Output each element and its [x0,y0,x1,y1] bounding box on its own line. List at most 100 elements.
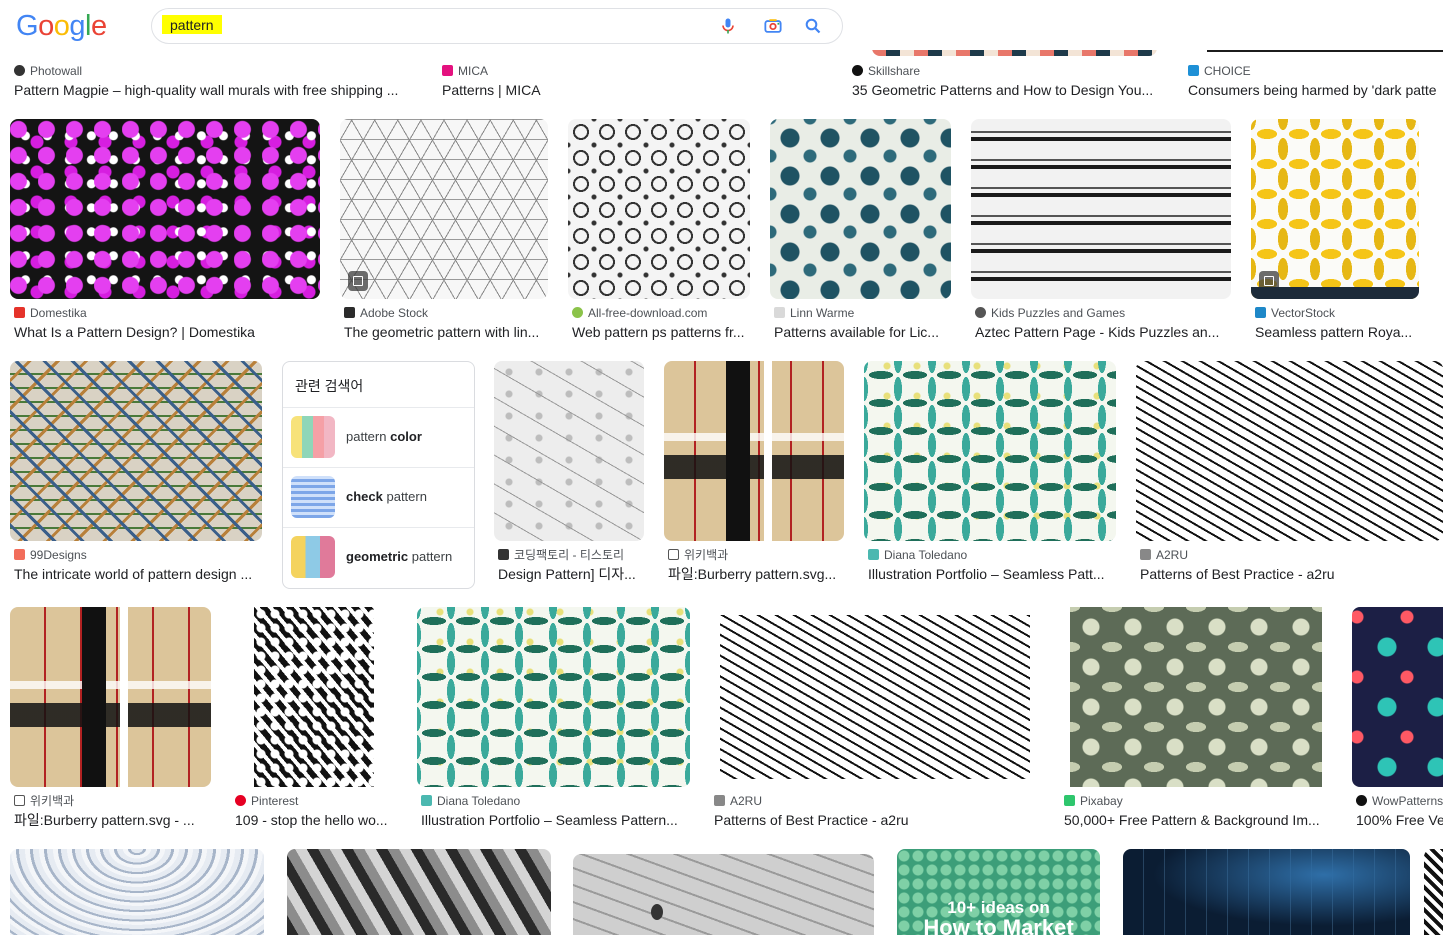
site-icon [1356,795,1367,806]
logo-letter: g [69,10,85,42]
image-tile[interactable] [1424,849,1443,935]
search-icon[interactable] [804,17,822,35]
source-label: MICA [442,63,742,79]
image-tile[interactable] [770,119,951,299]
image-tile[interactable] [10,849,264,935]
related-search-item[interactable]: geometric pattern [283,527,474,587]
result-title[interactable]: Patterns of Best Practice - a2ru [1140,565,1440,583]
image-tile[interactable] [10,607,211,787]
image-tile[interactable] [287,849,551,935]
result-title[interactable]: Illustration Portfolio – Seamless Patt..… [868,565,1116,583]
result-title[interactable]: Patterns of Best Practice - a2ru [714,811,1034,829]
image-tile[interactable] [417,607,690,787]
result-title[interactable]: 109 - stop the hello wo... [235,811,397,829]
result-title[interactable]: 파일:Burberry pattern.svg - ... [14,811,211,829]
watermark-bar [1251,287,1419,299]
logo-letter: e [90,10,107,42]
image-tile[interactable] [710,607,1040,787]
logo-letter: o [53,10,70,42]
related-search-label: check pattern [346,489,427,504]
related-thumb [291,416,335,458]
related-thumb [291,536,335,578]
site-icon [1140,549,1151,560]
site-icon [14,65,25,76]
cube-pattern [720,615,1030,779]
site-icon [14,549,25,560]
image-tile[interactable] [568,119,750,299]
result-title[interactable]: 35 Geometric Patterns and How to Design … [852,81,1160,99]
source-label: 위키백과 [668,547,848,563]
camera-lens-icon[interactable] [764,17,782,35]
source-label: 코딩팩토리 - 티스토리 [498,547,648,563]
source-label: WowPatterns [1356,793,1443,809]
result-title[interactable]: Seamless pattern Roya... [1255,323,1421,341]
site-icon [868,549,879,560]
google-logo[interactable]: Google [16,10,107,43]
result-title[interactable]: 50,000+ Free Pattern & Background Im... [1064,811,1332,829]
image-tile[interactable]: 10+ ideas on How to Market [897,849,1100,935]
result-title[interactable]: 100% Free Ve [1356,811,1443,829]
site-icon [498,549,509,560]
result-title[interactable]: What Is a Pattern Design? | Domestika [14,323,319,341]
source-label: 위키백과 [14,793,214,809]
site-icon [14,795,25,806]
site-icon [1064,795,1075,806]
image-tile[interactable] [1251,119,1419,299]
top-bar: Google pattern [0,0,1443,50]
site-icon [14,307,25,318]
source-label: Photowall [14,63,414,79]
result-title[interactable]: 파일:Burberry pattern.svg... [668,565,844,583]
result-title[interactable]: Illustration Portfolio – Seamless Patter… [421,811,689,829]
site-icon [668,549,679,560]
related-thumb [291,476,335,518]
search-query-text[interactable]: pattern [162,15,222,34]
image-tile[interactable] [1123,849,1410,935]
image-tile[interactable] [1136,361,1443,541]
result-title[interactable]: Aztec Pattern Page - Kids Puzzles an... [975,323,1231,341]
source-label: Kids Puzzles and Games [975,305,1235,321]
result-title[interactable]: Patterns available for Lic... [774,323,950,341]
image-tile[interactable] [10,361,262,541]
related-searches-title: 관련 검색어 [295,378,364,394]
source-label: 99Designs [14,547,264,563]
maze-pattern [254,607,374,787]
image-badge-icon [348,271,368,291]
image-tile[interactable] [10,119,320,299]
related-search-label: geometric pattern [346,549,453,564]
related-search-item[interactable]: check pattern [283,467,474,527]
result-title[interactable]: Consumers being harmed by 'dark patte [1188,81,1443,99]
source-label: A2RU [1140,547,1440,563]
source-label: Adobe Stock [344,305,544,321]
image-tile[interactable] [494,361,644,541]
result-title[interactable]: The geometric pattern with lin... [344,323,546,341]
related-search-label: pattern color [346,429,422,444]
result-title[interactable]: Design Pattern] 디자... [498,565,644,583]
microphone-icon[interactable] [719,17,737,35]
site-icon [1255,307,1266,318]
result-title[interactable]: The intricate world of pattern design ..… [14,565,260,583]
image-tile[interactable] [864,361,1116,541]
site-icon [975,307,986,318]
source-label: All-free-download.com [572,305,752,321]
logo-letter: G [16,10,39,42]
site-icon [572,307,583,318]
result-title[interactable]: Web pattern ps patterns fr... [572,323,750,341]
overlay-text: How to Market [923,915,1074,935]
image-tile[interactable] [1352,607,1443,787]
related-search-item[interactable]: pattern color [283,407,474,467]
result-title[interactable]: Patterns | MICA [442,81,742,99]
result-title[interactable]: Pattern Magpie – high-quality wall mural… [14,81,409,99]
image-tile[interactable] [1060,607,1336,787]
source-label: A2RU [714,793,1034,809]
image-tile[interactable] [231,607,397,787]
image-tile[interactable] [664,361,844,541]
source-label: CHOICE [1188,63,1443,79]
site-icon [774,307,785,318]
source-label: Diana Toledano [868,547,1118,563]
image-tile[interactable] [573,854,874,935]
image-tile[interactable] [340,119,548,299]
source-label: VectorStock [1255,305,1425,321]
site-icon [421,795,432,806]
search-input[interactable]: pattern [151,8,843,44]
image-tile[interactable] [971,119,1231,299]
